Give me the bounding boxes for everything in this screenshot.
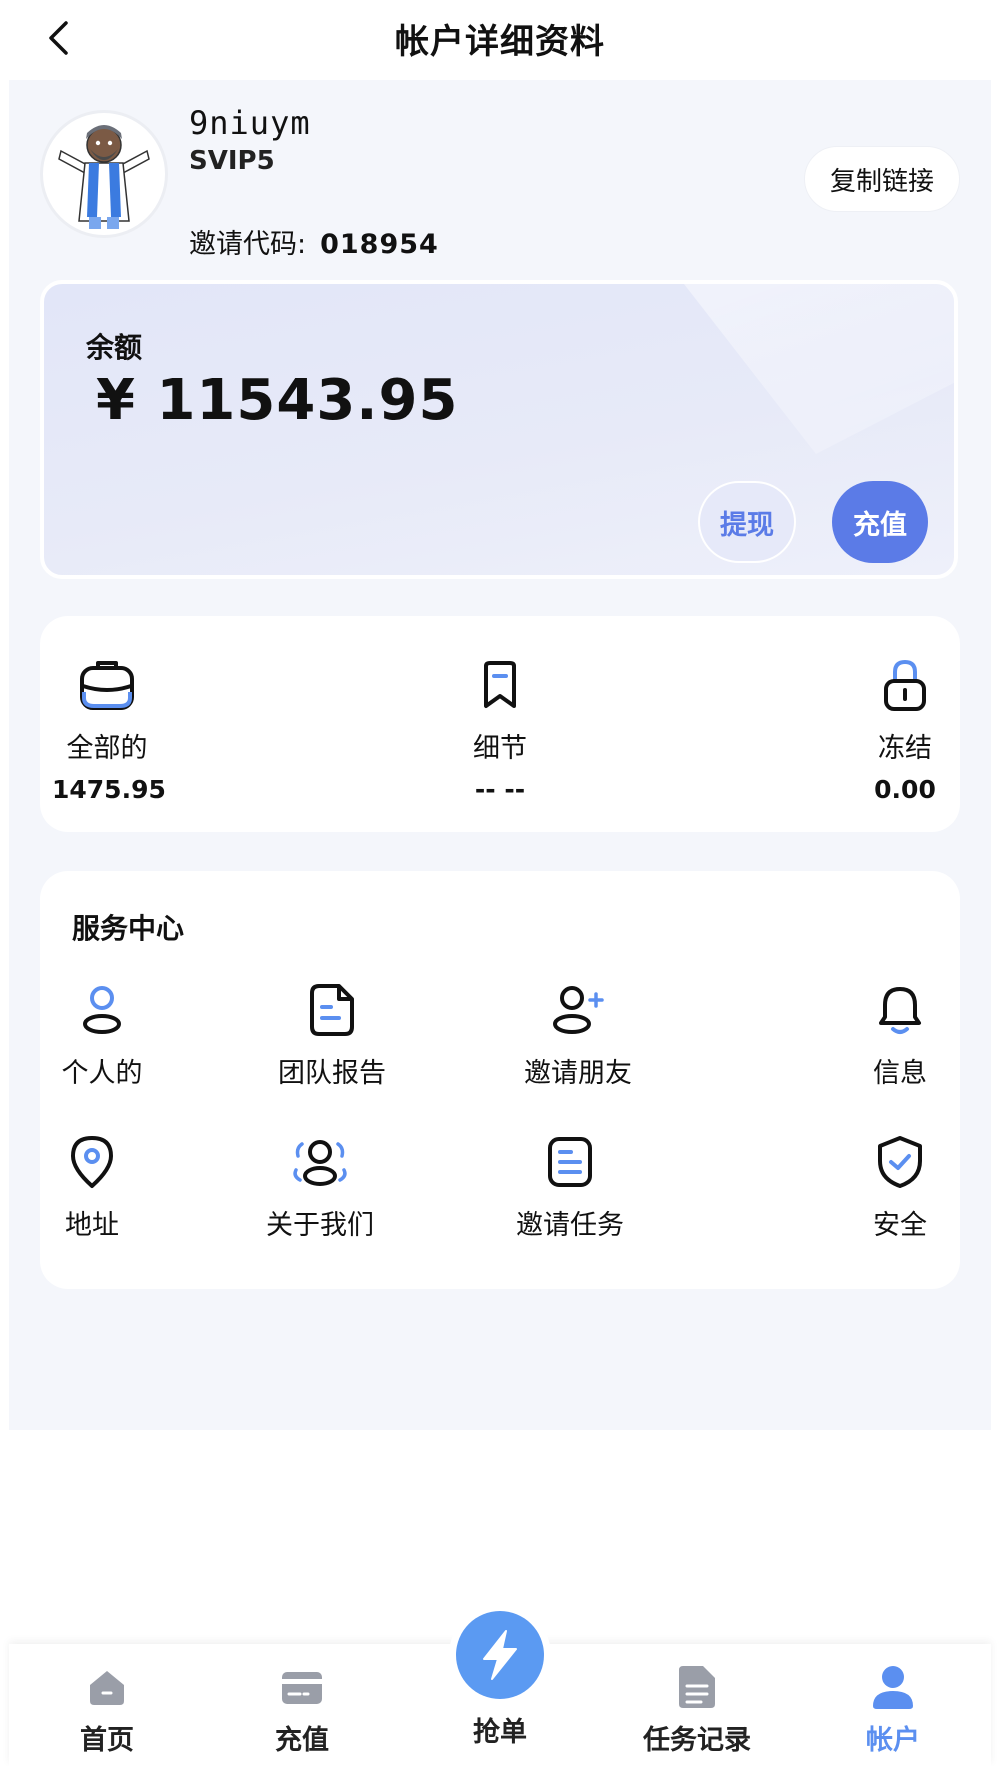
vip-level-badge: SVIP5 bbox=[189, 146, 275, 176]
card-decoration bbox=[684, 284, 954, 454]
lightning-icon bbox=[483, 1630, 517, 1680]
invite-code-label: 邀请代码: bbox=[189, 229, 307, 260]
lock-icon bbox=[884, 659, 926, 711]
service-item-label: 安全 bbox=[873, 1210, 927, 1241]
service-item-invite-friends[interactable]: 邀请朋友 bbox=[508, 975, 648, 1090]
service-item-invite-tasks[interactable]: 邀请任务 bbox=[500, 1127, 640, 1242]
task-list-icon bbox=[548, 1137, 592, 1187]
document-icon bbox=[310, 984, 354, 1036]
service-center-card: 服务中心 个人的 团队报告 邀请朋友 信息 地址 关于我们 邀请任务 安全 bbox=[40, 871, 960, 1289]
nav-task-records[interactable]: 任务记录 bbox=[617, 1662, 777, 1757]
account-user-icon bbox=[873, 1666, 913, 1709]
task-record-icon bbox=[679, 1666, 715, 1708]
service-item-label: 邀请任务 bbox=[516, 1210, 624, 1241]
header: 帐户详细资料 bbox=[0, 0, 1000, 80]
balance-label: 余额 bbox=[86, 331, 143, 364]
location-pin-icon bbox=[71, 1136, 113, 1188]
page-title: 帐户详细资料 bbox=[395, 22, 605, 62]
account-details-screen: 帐户详细资料 9niuym SVIP5 邀请代码: 018954 复制链接 余额… bbox=[0, 0, 1000, 1766]
bookmark-icon bbox=[484, 661, 516, 708]
nav-label: 任务记录 bbox=[643, 1725, 751, 1756]
invite-code-value: 018954 bbox=[320, 229, 439, 260]
balance-amount: ¥ 11543.95 bbox=[96, 368, 459, 433]
service-item-messages[interactable]: 信息 bbox=[860, 975, 940, 1090]
service-center-title: 服务中心 bbox=[72, 912, 185, 945]
recharge-button[interactable]: 充值 bbox=[832, 481, 928, 563]
service-item-label: 个人的 bbox=[61, 1058, 143, 1089]
nav-recharge[interactable]: 充值 bbox=[222, 1662, 382, 1757]
service-item-personal[interactable]: 个人的 bbox=[52, 975, 152, 1090]
copy-link-button[interactable]: 复制链接 bbox=[804, 146, 960, 212]
stat-value: 1475.95 bbox=[52, 775, 166, 804]
avatar-character-icon bbox=[58, 125, 150, 229]
stat-label: 冻结 bbox=[878, 733, 932, 764]
service-item-about-us[interactable]: 关于我们 bbox=[250, 1127, 390, 1242]
nav-label: 帐户 bbox=[866, 1725, 920, 1756]
service-item-label: 地址 bbox=[65, 1210, 119, 1241]
withdraw-button[interactable]: 提现 bbox=[698, 481, 796, 563]
balance-card: 余额 ¥ 11543.95 提现 充值 bbox=[40, 280, 958, 579]
stat-label: 细节 bbox=[473, 733, 527, 764]
card-icon bbox=[282, 1672, 322, 1704]
bell-icon bbox=[879, 987, 921, 1034]
stat-value: -- -- bbox=[474, 775, 526, 804]
grab-order-button[interactable] bbox=[449, 1604, 551, 1706]
nav-grab-label: 抢单 bbox=[473, 1717, 527, 1748]
stat-label: 全部的 bbox=[66, 733, 148, 764]
service-item-label: 团队报告 bbox=[278, 1058, 386, 1089]
service-item-label: 邀请朋友 bbox=[524, 1058, 632, 1089]
username: 9niuym bbox=[189, 104, 311, 142]
person-icon bbox=[83, 986, 121, 1034]
add-user-icon bbox=[553, 986, 604, 1034]
nav-label: 首页 bbox=[80, 1725, 134, 1756]
stat-details[interactable]: 细节 -- -- bbox=[445, 652, 555, 804]
briefcase-icon bbox=[80, 661, 134, 710]
service-item-label: 信息 bbox=[873, 1058, 927, 1089]
service-item-address[interactable]: 地址 bbox=[52, 1127, 132, 1242]
nav-home[interactable]: 首页 bbox=[27, 1662, 187, 1757]
stat-total[interactable]: 全部的 1475.95 bbox=[52, 652, 166, 804]
shield-check-icon bbox=[878, 1136, 922, 1188]
invite-code-row: 邀请代码: 018954 bbox=[189, 222, 439, 261]
service-item-security[interactable]: 安全 bbox=[860, 1127, 940, 1242]
service-item-label: 关于我们 bbox=[266, 1210, 374, 1241]
stat-value: 0.00 bbox=[874, 775, 936, 804]
home-icon bbox=[90, 1671, 124, 1705]
service-item-team-report[interactable]: 团队报告 bbox=[262, 975, 402, 1090]
grab-order-circle bbox=[456, 1611, 544, 1699]
avatar bbox=[40, 110, 168, 238]
nav-account[interactable]: 帐户 bbox=[813, 1662, 973, 1757]
group-icon bbox=[293, 1140, 347, 1186]
nav-label: 充值 bbox=[275, 1725, 329, 1756]
stat-frozen[interactable]: 冻结 0.00 bbox=[860, 652, 950, 804]
stats-card: 全部的 1475.95 细节 -- -- 冻结 0.00 bbox=[40, 616, 960, 832]
